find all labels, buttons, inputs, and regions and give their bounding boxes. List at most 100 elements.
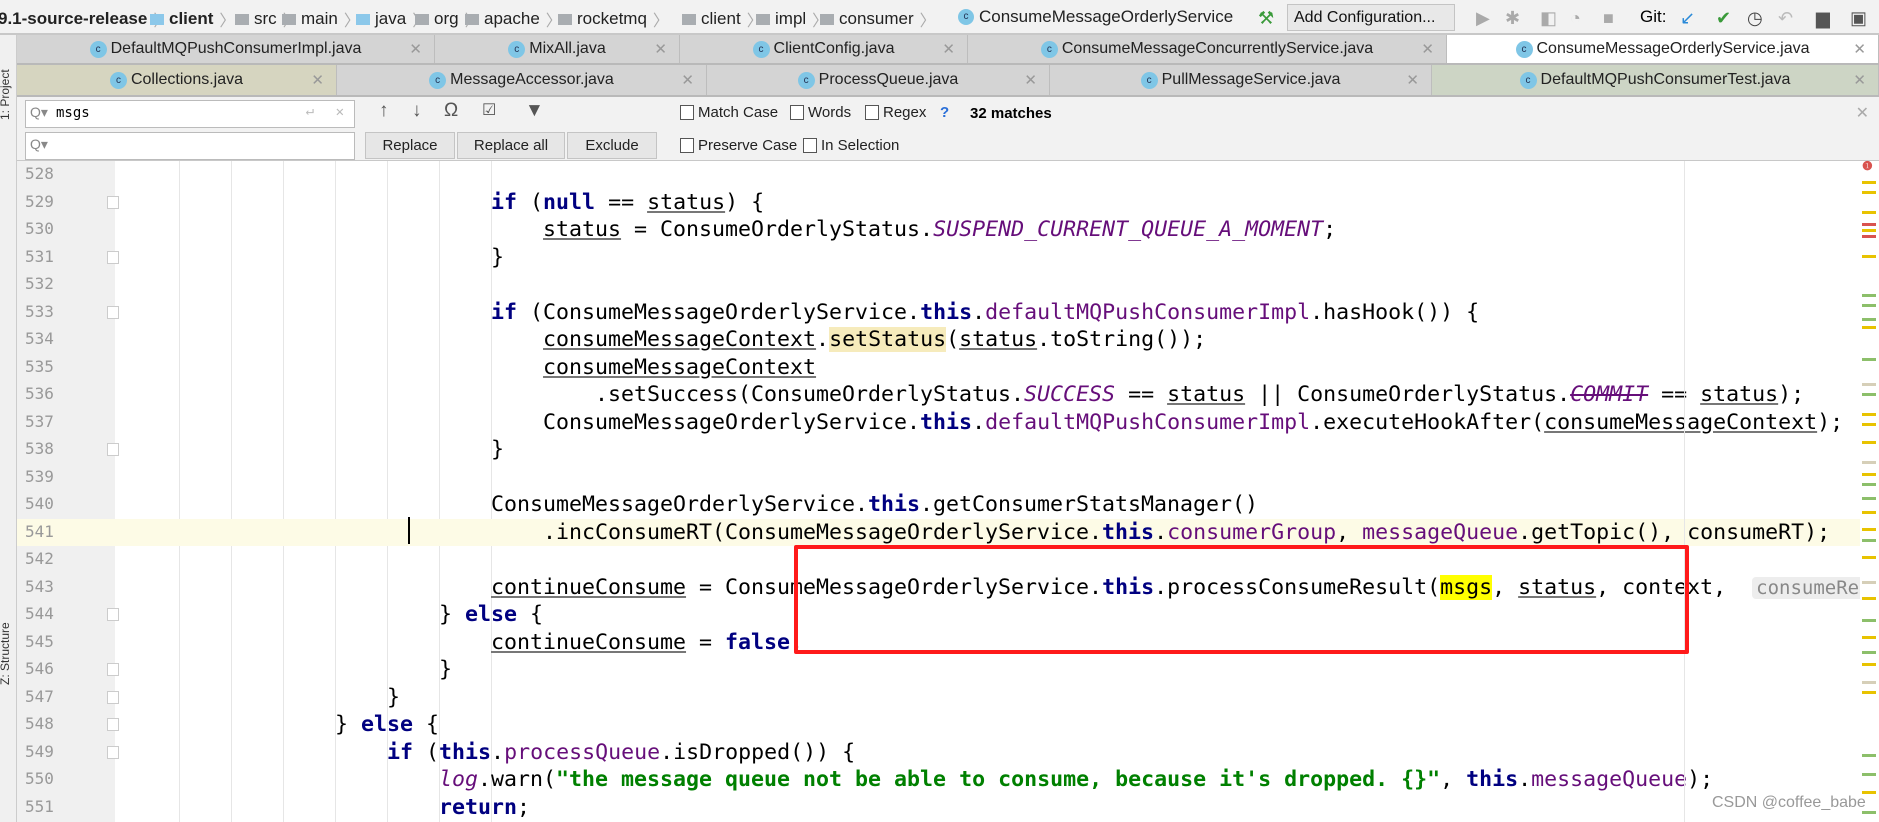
stripe-marker[interactable]	[1862, 223, 1876, 226]
code-editor[interactable]: if (null == status) { status = ConsumeOr…	[115, 161, 1860, 822]
close-tab-icon[interactable]: ✕	[1853, 40, 1866, 58]
stripe-marker[interactable]	[1862, 556, 1876, 559]
profile-icon[interactable]: ◔	[1570, 8, 1581, 29]
breadcrumb-item[interactable]: apache 〉	[465, 7, 562, 31]
git-rollback-icon[interactable]: ↶	[1778, 8, 1793, 29]
editor-tab[interactable]: c DefaultMQPushConsumerImpl.java ✕	[17, 35, 435, 63]
stripe-marker[interactable]	[1862, 663, 1876, 666]
stripe-marker[interactable]	[1862, 294, 1876, 297]
breadcrumb-item[interactable]: impl〉	[756, 7, 828, 31]
close-tab-icon[interactable]: ✕	[311, 71, 324, 89]
match-case-checkbox[interactable]: Match Case	[680, 104, 778, 121]
stripe-marker[interactable]	[1862, 539, 1876, 542]
git-history-icon[interactable]: ◷	[1747, 8, 1763, 29]
git-update-icon[interactable]: ↙	[1680, 8, 1695, 29]
regex-help-link[interactable]: ?	[940, 104, 949, 121]
add-configuration-button[interactable]: Add Configuration...	[1287, 4, 1455, 31]
in-selection-checkbox[interactable]: In Selection	[803, 137, 899, 154]
stripe-marker[interactable]	[1862, 191, 1876, 194]
stripe-marker[interactable]	[1862, 636, 1876, 639]
stripe-marker[interactable]	[1862, 681, 1876, 684]
stripe-marker[interactable]	[1862, 383, 1876, 386]
stripe-marker[interactable]	[1862, 528, 1876, 531]
stripe-marker[interactable]	[1862, 473, 1876, 476]
stripe-marker[interactable]	[1862, 461, 1876, 464]
breadcrumb-item[interactable]: rocketmq 〉	[558, 7, 669, 31]
git-commit-icon[interactable]: ✔	[1716, 8, 1731, 29]
stripe-marker[interactable]	[1862, 754, 1876, 757]
stripe-marker[interactable]	[1862, 581, 1876, 584]
stripe-marker[interactable]	[1862, 255, 1876, 258]
close-tab-icon[interactable]: ✕	[1024, 71, 1037, 89]
stripe-marker[interactable]	[1862, 511, 1876, 514]
editor-tab[interactable]: c DefaultMQPushConsumerTest.java ✕	[1432, 65, 1879, 95]
editor-tab[interactable]: c ClientConfig.java ✕	[680, 35, 968, 63]
structure-tool-button[interactable]: Z: Structure	[0, 622, 12, 685]
stripe-marker[interactable]	[1862, 181, 1876, 184]
editor-tab[interactable]: c ConsumeMessageOrderlyService.java ✕	[1447, 35, 1879, 63]
stripe-marker[interactable]	[1862, 423, 1876, 426]
breadcrumb-item[interactable]: c ConsumeMessageOrderlyService	[958, 7, 1233, 27]
build-hammer-icon[interactable]: ⚒	[1258, 8, 1274, 29]
words-checkbox[interactable]: Words	[790, 104, 851, 121]
editor-tab[interactable]: c Collections.java ✕	[17, 65, 337, 95]
breadcrumb-item[interactable]: consumer 〉	[820, 7, 936, 31]
previous-occurrence-icon[interactable]: ↑	[379, 100, 389, 122]
stripe-marker[interactable]	[1862, 326, 1876, 329]
stripe-marker[interactable]	[1862, 358, 1876, 361]
error-indicator-icon[interactable]: ❶	[1862, 159, 1873, 173]
stripe-marker[interactable]	[1862, 393, 1876, 396]
close-tab-icon[interactable]: ✕	[1421, 40, 1434, 58]
close-find-icon[interactable]: ✕	[1856, 103, 1869, 123]
stop-icon[interactable]: ■	[1603, 8, 1614, 29]
filter-icon[interactable]: ▼	[525, 100, 544, 122]
editor-tab[interactable]: c MessageAccessor.java ✕	[337, 65, 707, 95]
select-all-occurrences-icon[interactable]: Ω	[444, 100, 458, 122]
editor-tab[interactable]: c ProcessQueue.java ✕	[707, 65, 1050, 95]
stripe-marker[interactable]	[1862, 413, 1876, 416]
close-tab-icon[interactable]: ✕	[681, 71, 694, 89]
project-tool-button[interactable]: 1: Project	[0, 69, 12, 120]
stripe-marker[interactable]	[1862, 497, 1876, 500]
stripe-marker[interactable]	[1862, 211, 1876, 214]
run-icon[interactable]: ▶	[1476, 8, 1490, 29]
replace-input[interactable]: Q▾	[25, 132, 355, 160]
clear-icon[interactable]: ✕	[336, 104, 344, 120]
close-tab-icon[interactable]: ✕	[654, 40, 667, 58]
close-tab-icon[interactable]: ✕	[409, 40, 422, 58]
stripe-marker[interactable]	[1862, 691, 1876, 694]
stripe-marker[interactable]	[1862, 483, 1876, 486]
stripe-marker[interactable]	[1862, 229, 1876, 232]
stripe-marker[interactable]	[1862, 441, 1876, 444]
stripe-marker[interactable]	[1862, 235, 1876, 238]
editor-tab[interactable]: c MixAll.java ✕	[435, 35, 680, 63]
stripe-marker[interactable]	[1862, 597, 1876, 600]
stripe-marker[interactable]	[1862, 304, 1876, 307]
search-input[interactable]: Q▾ msgs ↵ ✕	[25, 100, 355, 128]
close-tab-icon[interactable]: ✕	[1853, 71, 1866, 89]
preserve-case-checkbox[interactable]: Preserve Case	[680, 137, 797, 154]
editor-tab[interactable]: c PullMessageService.java ✕	[1050, 65, 1432, 95]
regex-checkbox[interactable]: Regex	[865, 104, 926, 121]
next-occurrence-icon[interactable]: ↓	[412, 100, 422, 122]
debug-icon[interactable]: ✱	[1505, 8, 1520, 29]
breadcrumb-item[interactable]: 9.1-source-release〉	[0, 7, 169, 31]
stripe-marker[interactable]	[1862, 773, 1876, 776]
close-tab-icon[interactable]: ✕	[942, 40, 955, 58]
close-tab-icon[interactable]: ✕	[1406, 71, 1419, 89]
toggle-search-options-icon[interactable]: ☑	[482, 100, 496, 120]
stripe-marker[interactable]	[1862, 619, 1876, 622]
stripe-marker[interactable]	[1862, 651, 1876, 654]
replace-button[interactable]: Replace	[365, 132, 455, 159]
exclude-button[interactable]: Exclude	[567, 132, 657, 159]
replace-all-button[interactable]: Replace all	[457, 132, 565, 159]
breadcrumb-item[interactable]: main 〉	[282, 7, 360, 31]
error-stripe-scrollbar[interactable]: ❶	[1860, 159, 1879, 822]
terminal-icon[interactable]: ▣	[1850, 8, 1867, 29]
editor-tab[interactable]: c ConsumeMessageConcurrentlyService.java ✕	[968, 35, 1447, 63]
breadcrumb-item[interactable]: client 〉	[150, 7, 235, 31]
stripe-marker[interactable]	[1862, 318, 1876, 321]
coverage-icon[interactable]: ◧	[1540, 8, 1557, 29]
project-structure-icon[interactable]: ▆	[1816, 8, 1830, 29]
breadcrumb-item[interactable]: client 〉	[682, 7, 763, 31]
